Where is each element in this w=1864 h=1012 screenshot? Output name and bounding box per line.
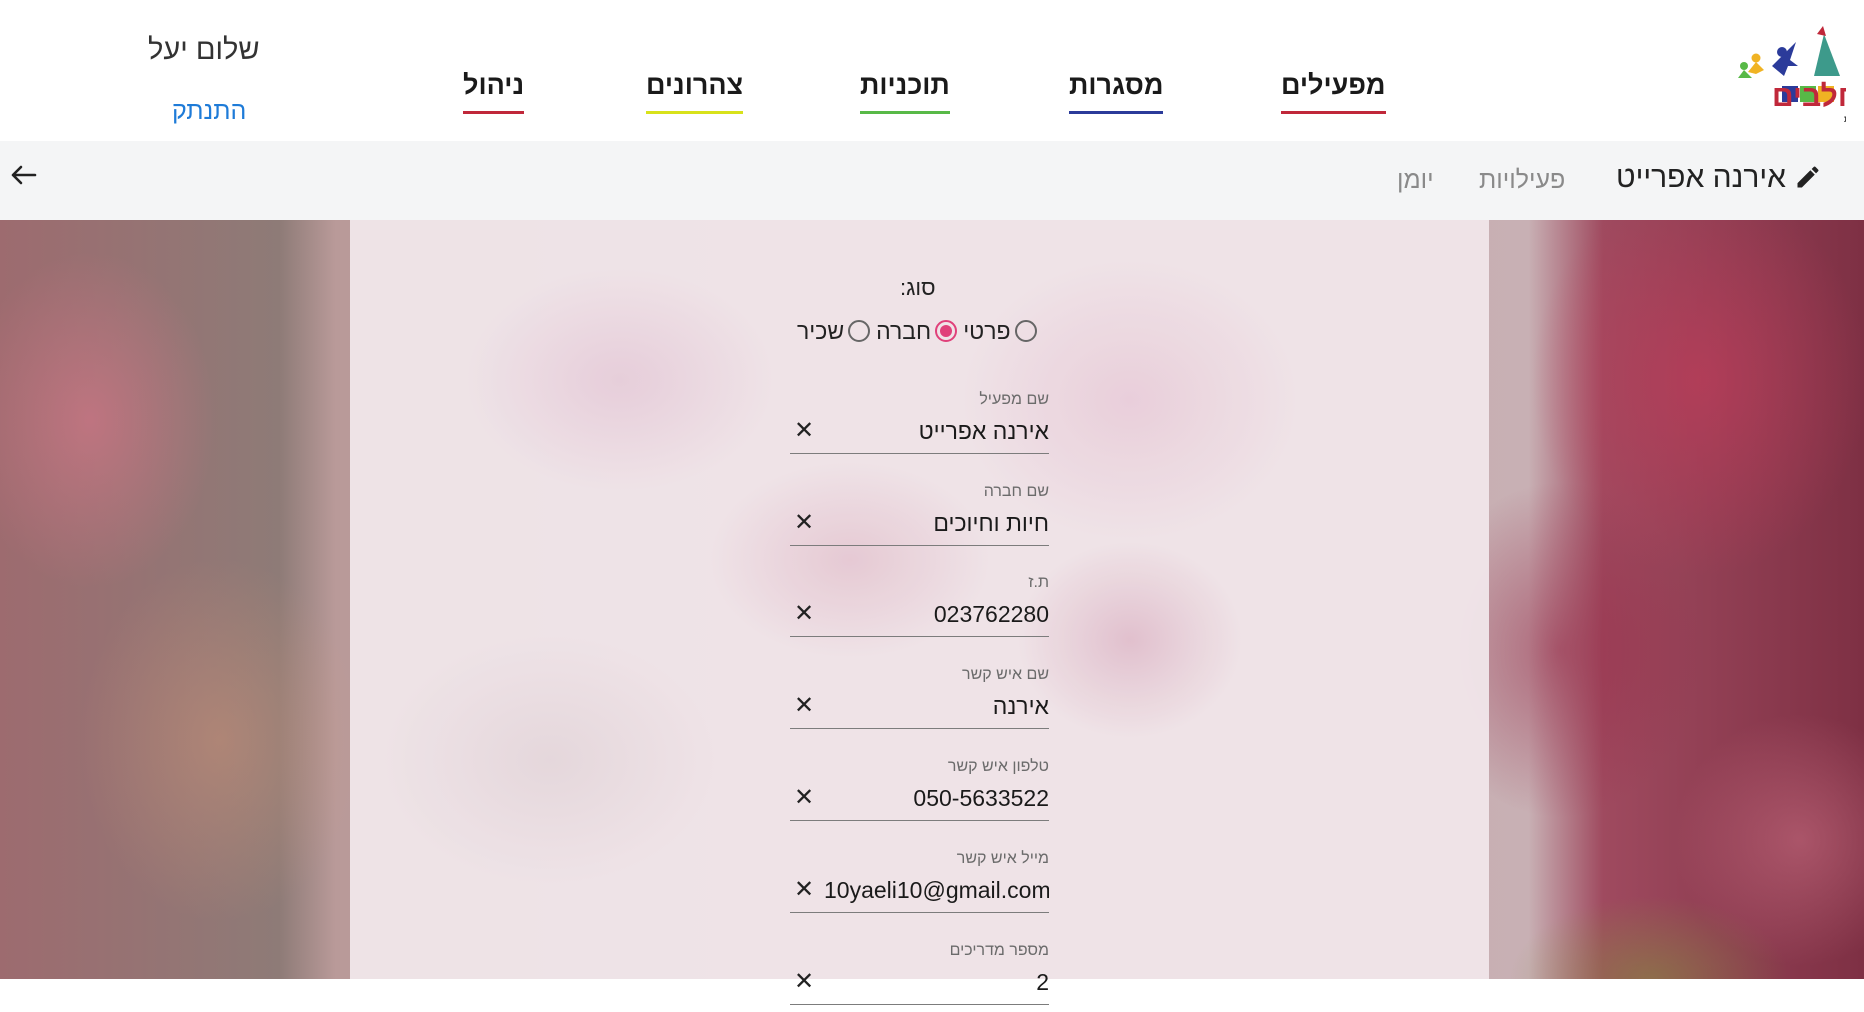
close-icon[interactable]: ✕	[794, 786, 814, 810]
company-name-input[interactable]	[824, 507, 1049, 539]
arrow-left-icon[interactable]	[8, 160, 38, 190]
field-underline	[790, 820, 1049, 821]
operator-name-field: שם מפעיל ✕	[790, 391, 1049, 461]
field-label: שם חברה	[983, 483, 1049, 500]
field-label: שם איש קשר	[962, 666, 1049, 683]
radio-employee-label: שכיר	[797, 317, 845, 344]
radio-private-circle[interactable]	[1014, 320, 1037, 342]
field-underline	[790, 545, 1049, 546]
radio-private[interactable]: פרטי	[963, 317, 1037, 345]
record-title: אירנה אפרייט	[1615, 161, 1786, 194]
close-icon[interactable]: ✕	[794, 602, 814, 626]
radio-company-circle[interactable]	[935, 320, 958, 342]
field-label: מייל איש קשר	[956, 850, 1049, 867]
logo[interactable]: סחלבים עמותה עירונית למתנ"ס מודיעין - מכ…	[1664, 16, 1846, 131]
operator-name-input[interactable]	[824, 415, 1049, 447]
close-icon[interactable]: ✕	[794, 878, 814, 902]
radio-employee-circle[interactable]	[848, 320, 871, 342]
tab-programs[interactable]: תוכניות	[860, 70, 950, 114]
user-greeting: שלום יעל	[148, 34, 260, 66]
contact-email-field: מייל איש קשר ✕	[790, 850, 1049, 920]
tab-afternoon-care[interactable]: צהרונים	[646, 70, 744, 114]
field-underline	[790, 636, 1049, 637]
instructors-count-input[interactable]	[824, 966, 1049, 998]
contact-name-input[interactable]	[824, 690, 1049, 722]
field-underline	[790, 1004, 1049, 1005]
close-icon[interactable]: ✕	[794, 419, 814, 443]
company-name-field: שם חברה ✕	[790, 483, 1049, 553]
radio-company-label: חברה	[876, 317, 932, 344]
field-label: ת.ז	[1028, 574, 1049, 591]
contact-phone-field: טלפון איש קשר ✕	[790, 758, 1049, 828]
type-radio-group: פרטי חברה שכיר	[797, 316, 1037, 346]
close-icon[interactable]: ✕	[794, 694, 814, 718]
contact-name-field: שם איש קשר ✕	[790, 666, 1049, 736]
id-number-field: ת.ז ✕	[790, 574, 1049, 644]
top-header: סחלבים עמותה עירונית למתנ"ס מודיעין - מכ…	[0, 0, 1864, 141]
tab-activities[interactable]: פעילויות	[1479, 166, 1565, 195]
record-toolbar	[0, 141, 1864, 220]
tab-frameworks[interactable]: מסגרות	[1069, 70, 1164, 114]
field-underline	[790, 453, 1049, 454]
logo-text: סחלבים	[1772, 80, 1846, 113]
logo-graphic: סחלבים עמותה עירונית למתנ"ס מודיעין - מכ…	[1738, 26, 1846, 124]
tab-management[interactable]: ניהול	[463, 70, 525, 114]
logout-link[interactable]: התנתק	[172, 97, 246, 126]
contact-phone-input[interactable]	[824, 782, 1049, 814]
contact-email-input[interactable]	[824, 874, 1049, 906]
tab-operators[interactable]: מפעילים	[1281, 70, 1386, 114]
field-label: שם מפעיל	[979, 391, 1049, 408]
tab-diary[interactable]: יומן	[1397, 166, 1434, 195]
radio-company[interactable]: חברה	[876, 317, 958, 345]
instructors-count-field: מספר מדריכים ✕	[790, 942, 1049, 1012]
radio-employee[interactable]: שכיר	[797, 317, 871, 345]
pencil-icon[interactable]	[1794, 163, 1822, 191]
field-underline	[790, 728, 1049, 729]
field-underline	[790, 912, 1049, 913]
close-icon[interactable]: ✕	[794, 970, 814, 994]
field-label: מספר מדריכים	[949, 942, 1049, 959]
close-icon[interactable]: ✕	[794, 511, 814, 535]
radio-private-label: פרטי	[963, 317, 1011, 344]
logo-subtext: עמותה עירונית למתנ"ס מודיעין - מכבים - ר…	[1844, 114, 1846, 124]
id-number-input[interactable]	[824, 598, 1049, 630]
type-label: סוג:	[900, 275, 936, 300]
field-label: טלפון איש קשר	[947, 758, 1049, 775]
